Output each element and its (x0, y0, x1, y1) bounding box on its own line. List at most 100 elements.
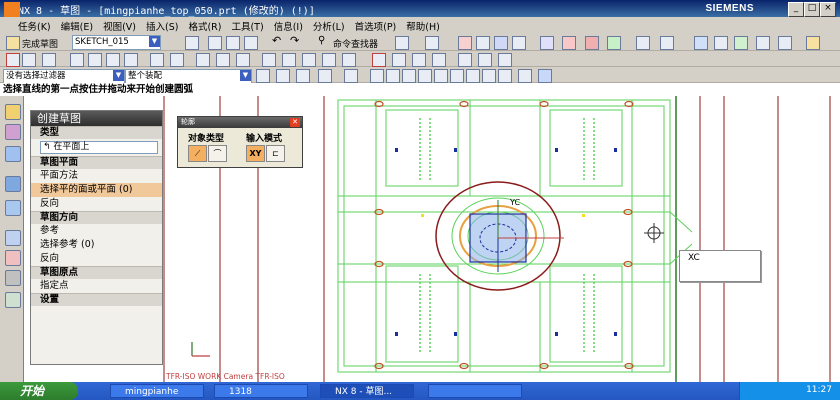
bounded-plane-snap-icon[interactable] (538, 69, 552, 83)
finish-sketch-icon[interactable] (6, 36, 20, 50)
view-iso-icon[interactable] (607, 36, 621, 50)
curve-rule-icon[interactable] (276, 69, 290, 83)
shaded-view-icon[interactable] (540, 36, 554, 50)
system-scenes-icon[interactable] (5, 292, 21, 308)
roles-icon[interactable] (806, 36, 820, 50)
sketch-plane-section-header[interactable]: 草图平面 (31, 156, 162, 169)
intersection-snap-icon[interactable] (418, 69, 432, 83)
menu-analysis[interactable]: 分析(L) (308, 17, 350, 33)
ellipse-icon[interactable] (170, 53, 184, 67)
grid-snap-icon[interactable] (518, 69, 532, 83)
minimize-button[interactable]: _ (788, 2, 804, 17)
chevron-down-icon[interactable]: ▼ (149, 36, 160, 47)
zoom-icon[interactable] (476, 36, 490, 50)
start-button[interactable]: 开始 (0, 382, 78, 400)
maximize-button[interactable]: □ (804, 2, 820, 17)
line-type-button[interactable]: ⟋ (188, 145, 207, 162)
arc-type-button[interactable]: ⌒ (208, 145, 227, 162)
finish-sketch-label[interactable]: 完成草图 (22, 37, 58, 50)
constraint-navigator-icon[interactable] (5, 124, 21, 140)
type-select[interactable]: ↰ 在平面上 (40, 141, 158, 154)
select-reference-row[interactable]: 选择参考 (0) (31, 238, 162, 252)
reverse-direction-button[interactable]: 反向 (31, 252, 162, 266)
view-front-icon[interactable] (562, 36, 576, 50)
quadrant-snap-icon[interactable] (450, 69, 464, 83)
sketch-orientation-section-header[interactable]: 草图方向 (31, 211, 162, 224)
coordinate-mode-button[interactable]: XY (246, 145, 265, 162)
select-all-icon[interactable] (296, 69, 310, 83)
work-layer-icon[interactable] (660, 36, 674, 50)
chevron-down-icon[interactable]: ▼ (240, 70, 251, 81)
sketch-name-combo[interactable]: SKETCH_015 ▼ (72, 35, 161, 50)
point-icon[interactable] (124, 53, 138, 67)
roles-icon[interactable] (5, 270, 21, 286)
menu-tools[interactable]: 工具(T) (226, 17, 268, 33)
midpoint-snap-icon[interactable] (386, 69, 400, 83)
mirror-curve-icon[interactable] (236, 53, 250, 67)
view-cube-icon[interactable] (585, 36, 599, 50)
line-icon[interactable] (22, 53, 36, 67)
assembly-icon[interactable] (714, 36, 728, 50)
menu-view[interactable]: 视图(V) (98, 17, 141, 33)
pan-icon[interactable] (512, 36, 526, 50)
offset-curve-icon[interactable] (196, 53, 210, 67)
history-icon[interactable] (756, 36, 770, 50)
existing-point-snap-icon[interactable] (466, 69, 480, 83)
type-section-header[interactable]: 类型 (31, 126, 162, 139)
close-button[interactable]: × (820, 2, 836, 17)
menu-preferences[interactable]: 首选项(P) (350, 17, 402, 33)
taskbar-item-nx[interactable]: NX 8 - 草图... (320, 384, 414, 398)
circle-icon[interactable] (70, 53, 84, 67)
make-symmetric-icon[interactable] (458, 53, 472, 67)
part-navigator-icon[interactable] (694, 36, 708, 50)
quick-extend-icon[interactable] (282, 53, 296, 67)
rotate-icon[interactable] (494, 36, 508, 50)
sketch-origin-section-header[interactable]: 草图原点 (31, 266, 162, 279)
menu-info[interactable]: 信息(I) (269, 17, 308, 33)
convert-to-reference-icon[interactable] (478, 53, 492, 67)
point-on-face-snap-icon[interactable] (498, 69, 512, 83)
geometric-constraints-icon[interactable] (392, 53, 406, 67)
rapid-dimension-icon[interactable] (372, 53, 386, 67)
pattern-curve-icon[interactable] (216, 53, 230, 67)
arc-icon[interactable] (42, 53, 56, 67)
selection-scope-combo[interactable]: 整个装配 ▼ (125, 69, 252, 84)
command-finder-label[interactable]: 命令查找器 (333, 37, 378, 50)
general-select-icon[interactable] (256, 69, 270, 83)
polygon-icon[interactable] (106, 53, 120, 67)
taskbar-item-blank[interactable] (428, 384, 522, 398)
endpoint-snap-icon[interactable] (370, 69, 384, 83)
history-icon[interactable] (5, 230, 21, 246)
redo-icon[interactable]: ↷ (290, 35, 302, 48)
specify-point-row[interactable]: 指定点 (31, 279, 162, 293)
auto-constrain-icon[interactable] (432, 53, 446, 67)
fillet-icon[interactable] (302, 53, 316, 67)
snap-icon[interactable] (425, 36, 439, 50)
menu-format[interactable]: 格式(R) (183, 17, 226, 33)
point-on-curve-snap-icon[interactable] (482, 69, 496, 83)
assembly-navigator-icon[interactable] (5, 104, 21, 120)
type-filter-combo[interactable]: 没有选择过滤器 ▼ (3, 69, 125, 84)
close-icon[interactable]: ✕ (290, 118, 300, 127)
menu-help[interactable]: 帮助(H) (401, 17, 445, 33)
snap-point-icon[interactable] (344, 69, 358, 83)
arc-center-snap-icon[interactable] (434, 69, 448, 83)
reuse-library-icon[interactable] (5, 176, 21, 192)
select-planar-face-row[interactable]: 选择平的面或平面 (0) (31, 183, 162, 197)
orient-view-icon[interactable] (185, 36, 199, 50)
chamfer-icon[interactable] (322, 53, 336, 67)
studio-spline-icon[interactable] (150, 53, 164, 67)
menu-insert[interactable]: 插入(S) (141, 17, 183, 33)
taskbar-item-folder[interactable]: mingpianhe (110, 384, 204, 398)
corner-icon[interactable] (342, 53, 356, 67)
paste-icon[interactable] (244, 36, 258, 50)
profile-icon[interactable] (6, 53, 20, 67)
parameter-mode-button[interactable]: ⊏ (266, 145, 285, 162)
reuse-library-icon[interactable] (734, 36, 748, 50)
chevron-down-icon[interactable]: ▼ (113, 70, 124, 81)
xc-input-box[interactable]: XC (679, 250, 761, 282)
part-navigator-icon[interactable] (5, 146, 21, 162)
cut-icon[interactable] (208, 36, 222, 50)
quick-trim-icon[interactable] (262, 53, 276, 67)
layer-icon[interactable] (636, 36, 650, 50)
